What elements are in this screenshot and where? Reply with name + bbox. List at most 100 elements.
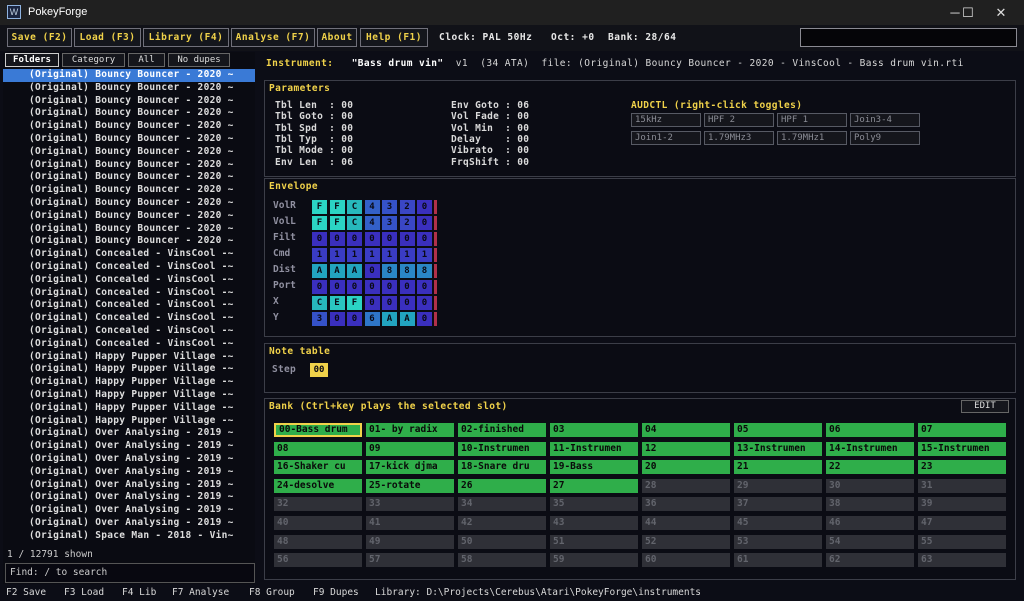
param-field[interactable]: FrqShift : 00 — [451, 157, 529, 168]
command-input[interactable] — [800, 28, 1017, 47]
envelope-cell[interactable]: 2 — [399, 200, 415, 214]
bank-slot[interactable]: 57 — [366, 553, 454, 568]
envelope-cell[interactable]: A — [312, 264, 327, 278]
list-item[interactable]: (Original) Bouncy Bouncer - 2020 ~ — [3, 210, 255, 223]
analyse-button[interactable]: Analyse (F7) — [231, 28, 315, 47]
bank-slot[interactable]: 22 — [826, 460, 914, 475]
list-item[interactable]: (Original) Bouncy Bouncer - 2020 ~ — [3, 184, 255, 197]
tab-all[interactable]: All — [128, 53, 165, 67]
envelope-cell[interactable]: 6 — [364, 312, 380, 326]
envelope-cell[interactable]: 8 — [399, 264, 415, 278]
envelope-cell[interactable]: E — [329, 296, 345, 310]
list-item[interactable]: (Original) Over Analysing - 2019 ~ — [3, 440, 255, 453]
audctl-toggle[interactable]: HPF 2 — [704, 113, 774, 127]
bank-slot[interactable]: 59 — [550, 553, 638, 568]
list-item[interactable]: (Original) Over Analysing - 2019 ~ — [3, 491, 255, 504]
envelope-cell[interactable]: 4 — [364, 216, 380, 230]
param-field[interactable]: Vibrato : 00 — [451, 145, 529, 156]
bank-slot[interactable]: 14-Instrumen — [826, 441, 914, 456]
bank-slot[interactable]: 42 — [458, 516, 546, 530]
list-item[interactable]: (Original) Happy Pupper Village -~ — [3, 363, 255, 376]
bank-slot[interactable]: 06 — [826, 423, 914, 437]
bank-slot[interactable]: 17-kick djma — [366, 460, 454, 475]
list-item[interactable]: (Original) Concealed - VinsCool -~ — [3, 299, 255, 312]
list-item[interactable]: (Original) Bouncy Bouncer - 2020 ~ — [3, 133, 255, 146]
bank-slot[interactable]: 56 — [274, 553, 362, 568]
list-item[interactable]: (Original) Bouncy Bouncer - 2020 ~ — [3, 159, 255, 172]
envelope-cell[interactable]: 0 — [399, 232, 415, 246]
envelope-cell[interactable]: C — [347, 200, 362, 214]
envelope-cell[interactable]: 0 — [417, 280, 432, 294]
bank-slot[interactable]: 40 — [274, 516, 362, 530]
bank-slot[interactable]: 23 — [918, 460, 1006, 475]
audctl-toggle[interactable]: 1.79MHz3 — [704, 131, 774, 145]
envelope-cell[interactable]: 1 — [399, 248, 415, 262]
tab-folders[interactable]: Folders — [5, 53, 59, 67]
param-field[interactable]: Vol Min : 00 — [451, 123, 529, 134]
list-item[interactable]: (Original) Bouncy Bouncer - 2020 ~ — [3, 120, 255, 133]
bank-slot[interactable]: 24-desolve — [274, 478, 362, 493]
bank-slot[interactable]: 28 — [642, 478, 730, 493]
envelope-cell[interactable]: 3 — [382, 216, 397, 230]
bank-slot[interactable]: 50 — [458, 534, 546, 549]
envelope-cell[interactable]: 1 — [329, 248, 345, 262]
param-field[interactable]: Tbl Len : 00 — [275, 100, 353, 111]
bank-slot[interactable]: 52 — [642, 534, 730, 549]
envelope-cell[interactable]: 0 — [417, 216, 432, 230]
list-item[interactable]: (Original) Happy Pupper Village -~ — [3, 402, 255, 415]
envelope-cell[interactable]: 0 — [382, 280, 397, 294]
audctl-toggle[interactable]: Join3-4 — [850, 113, 920, 127]
bank-slot[interactable]: 60 — [642, 553, 730, 568]
bank-slot[interactable]: 37 — [734, 497, 822, 512]
bank-slot[interactable]: 30 — [826, 478, 914, 493]
list-item[interactable]: (Original) Bouncy Bouncer - 2020 ~ — [3, 197, 255, 210]
envelope-cell[interactable]: F — [312, 200, 327, 214]
bank-slot[interactable]: 34 — [458, 497, 546, 512]
edit-button[interactable]: EDIT — [961, 400, 1009, 413]
list-item[interactable]: (Original) Over Analysing - 2019 ~ — [3, 517, 255, 530]
bank-slot[interactable]: 35 — [550, 497, 638, 512]
list-item[interactable]: (Original) Bouncy Bouncer - 2020 ~ — [3, 107, 255, 120]
list-item[interactable]: (Original) Over Analysing - 2019 ~ — [3, 466, 255, 479]
bank-slot[interactable]: 46 — [826, 516, 914, 530]
audctl-toggle[interactable]: Join1-2 — [631, 131, 701, 145]
envelope-cell[interactable]: 0 — [312, 232, 327, 246]
list-item[interactable]: (Original) Bouncy Bouncer - 2020 ~ — [3, 146, 255, 159]
envelope-cell[interactable]: 0 — [364, 232, 380, 246]
bank-slot[interactable]: 11-Instrumen — [550, 441, 638, 456]
bank-slot[interactable]: 49 — [366, 534, 454, 549]
param-field[interactable]: Tbl Spd : 00 — [275, 123, 353, 134]
bank-slot[interactable]: 20 — [642, 460, 730, 475]
list-item[interactable]: (Original) Happy Pupper Village -~ — [3, 389, 255, 402]
search-input[interactable]: Find: / to search — [5, 563, 255, 583]
envelope-cell[interactable]: 0 — [382, 296, 397, 310]
envelope-cell[interactable]: 0 — [364, 264, 380, 278]
help-button[interactable]: Help (F1) — [360, 28, 428, 47]
list-item[interactable]: (Original) Over Analysing - 2019 ~ — [3, 453, 255, 466]
bank-slot[interactable]: 04 — [642, 423, 730, 437]
bank-slot[interactable]: 43 — [550, 516, 638, 530]
envelope-cell[interactable]: 0 — [329, 280, 345, 294]
list-item[interactable]: (Original) Concealed - VinsCool -~ — [3, 261, 255, 274]
list-item[interactable]: (Original) Happy Pupper Village -~ — [3, 376, 255, 389]
audctl-toggle[interactable]: 15kHz — [631, 113, 701, 127]
bank-slot[interactable]: 18-Snare dru — [458, 460, 546, 475]
close-button[interactable]: ✕ — [978, 0, 1024, 25]
list-item[interactable]: (Original) Over Analysing - 2019 ~ — [3, 504, 255, 517]
audctl-toggle[interactable]: Poly9 — [850, 131, 920, 145]
envelope-cell[interactable]: 0 — [417, 200, 432, 214]
envelope-cell[interactable]: 0 — [364, 280, 380, 294]
envelope-cell[interactable]: 0 — [417, 312, 432, 326]
bank-slot[interactable]: 38 — [826, 497, 914, 512]
param-field[interactable]: Delay : 00 — [451, 134, 529, 145]
list-item[interactable]: (Original) Concealed - VinsCool -~ — [3, 287, 255, 300]
envelope-cell[interactable]: 0 — [364, 296, 380, 310]
tab-category[interactable]: Category — [62, 53, 125, 67]
bank-slot[interactable]: 33 — [366, 497, 454, 512]
list-item[interactable]: (Original) Concealed - VinsCool -~ — [3, 248, 255, 261]
bank-slot[interactable]: 54 — [826, 534, 914, 549]
list-item[interactable]: (Original) Bouncy Bouncer - 2020 ~ — [3, 223, 255, 236]
envelope-cell[interactable]: F — [312, 216, 327, 230]
list-item[interactable]: (Original) Happy Pupper Village -~ — [3, 415, 255, 428]
audctl-toggle[interactable]: 1.79MHz1 — [777, 131, 847, 145]
